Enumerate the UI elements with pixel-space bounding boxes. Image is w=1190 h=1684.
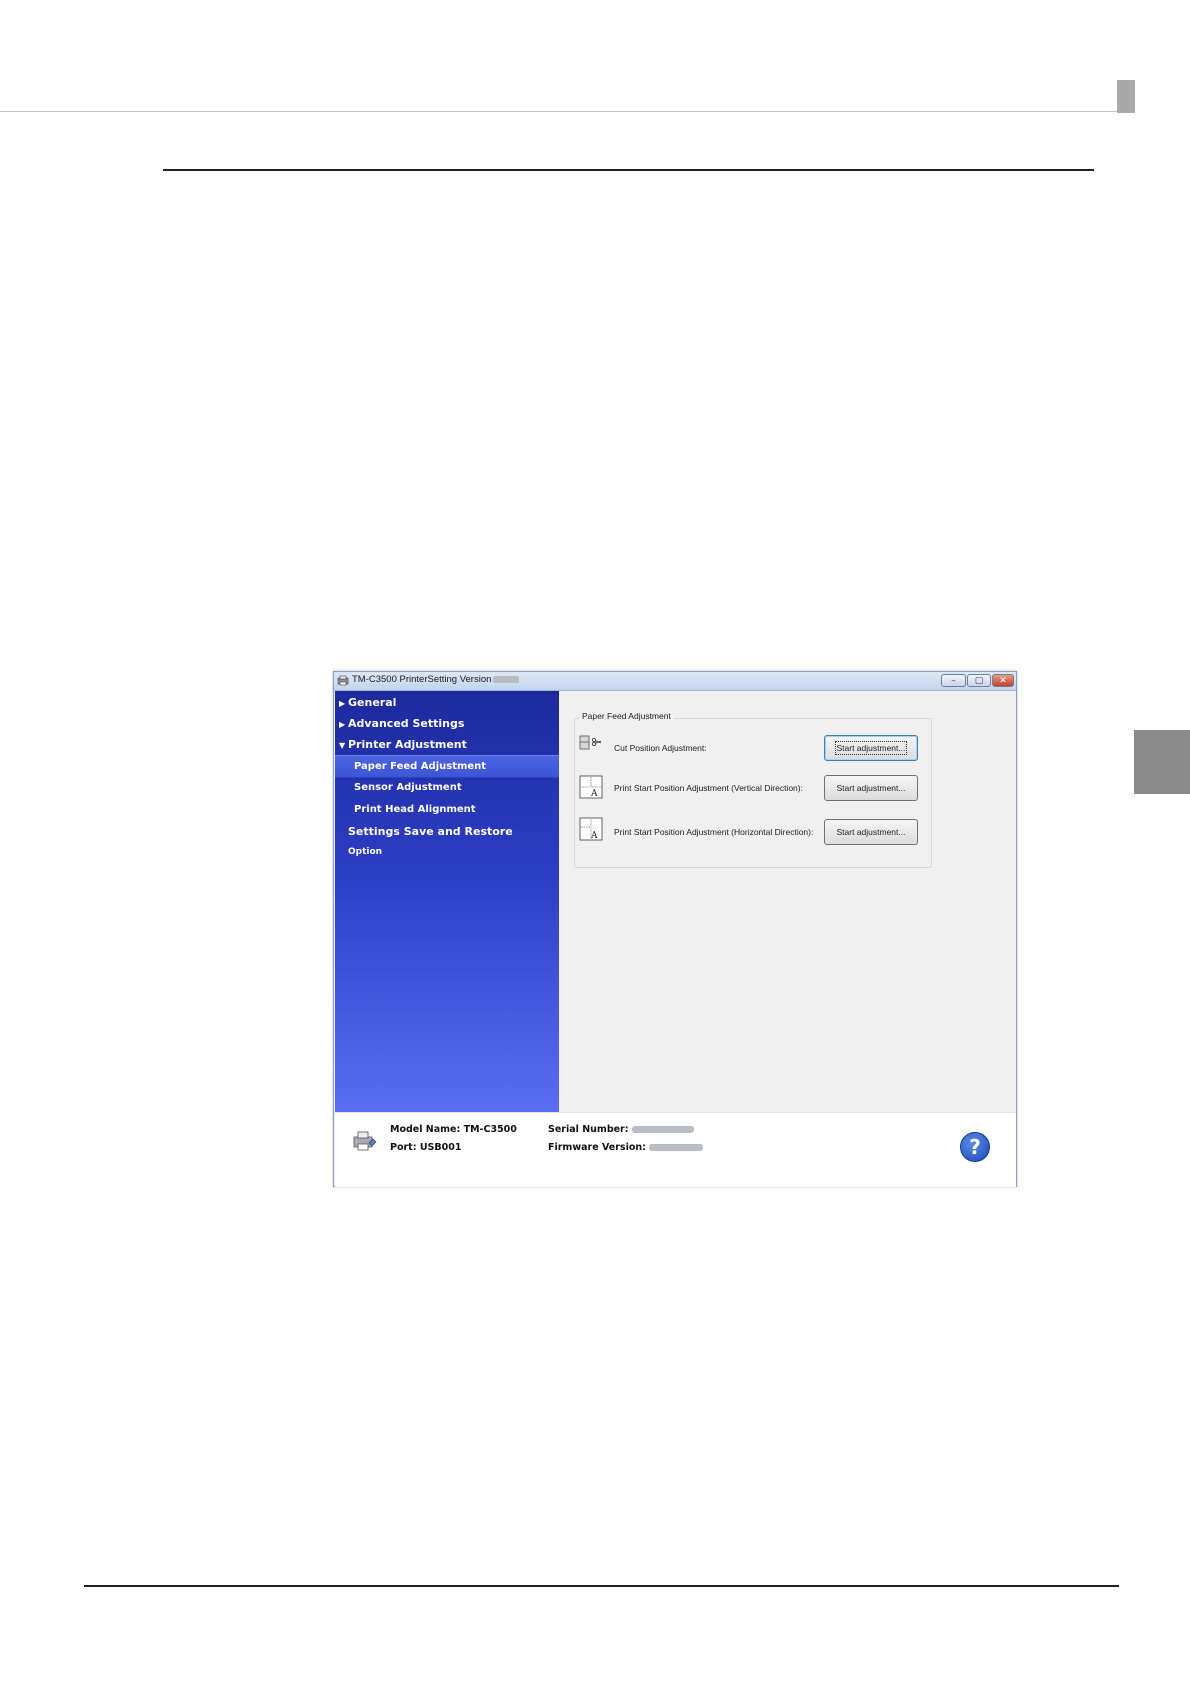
printer-setting-window: TM-C3500 PrinterSetting Version – ▢ ✕ ▶ G… <box>333 671 1017 1187</box>
button-label: Start adjustment... <box>836 783 906 793</box>
content-panel: Paper Feed Adjustment Cut Position Adjus… <box>559 691 1016 1112</box>
serial-number-redacted <box>631 1126 694 1133</box>
sidebar-item-sensor-adjustment[interactable]: Sensor Adjustment <box>335 777 559 798</box>
maximize-icon[interactable]: ▢ <box>967 674 991 687</box>
chapter-tab <box>1134 730 1190 794</box>
button-label: Start adjustment... <box>836 827 906 837</box>
section-rule <box>163 169 1094 171</box>
window-title: TM-C3500 PrinterSetting Version <box>352 674 520 685</box>
sidebar-item-settings-save-restore[interactable]: Settings Save and Restore <box>335 821 559 842</box>
start-vertical-position-button[interactable]: Start adjustment... <box>824 775 918 801</box>
vertical-position-icon: A <box>579 775 603 799</box>
sidebar-nav: ▶ General ▶ Advanced Settings ▼ Printer Adj… <box>335 691 559 1112</box>
version-redacted <box>493 675 520 683</box>
page-footer-rule <box>84 1585 1119 1587</box>
svg-text:A: A <box>590 831 598 841</box>
sidebar-item-paper-feed-adjustment[interactable]: Paper Feed Adjustment <box>335 755 559 778</box>
sidebar-item-label: Settings Save and Restore <box>348 825 513 838</box>
expand-arrow-icon: ▶ <box>339 720 346 729</box>
expand-arrow-icon: ▶ <box>339 699 346 708</box>
horizontal-position-label: Print Start Position Adjustment (Horizon… <box>614 827 814 837</box>
minimize-icon[interactable]: – <box>941 674 966 687</box>
sidebar-item-printer-adjustment[interactable]: ▼ Printer Adjustment <box>335 734 559 755</box>
printer-icon <box>353 1131 377 1151</box>
cut-position-icon <box>579 735 602 750</box>
page-header-rule <box>0 111 1133 112</box>
port: Port: USB001 <box>390 1142 462 1153</box>
firmware-version-redacted <box>648 1144 703 1151</box>
sidebar-item-advanced-settings[interactable]: ▶ Advanced Settings <box>335 713 559 734</box>
sidebar-item-label: Paper Feed Adjustment <box>354 761 487 772</box>
firmware-version: Firmware Version: <box>548 1142 703 1153</box>
help-icon[interactable]: ? <box>960 1132 990 1162</box>
button-label: Start adjustment... <box>834 741 908 755</box>
status-bar: Model Name: TM-C3500 Port: USB001 Serial… <box>335 1112 1016 1187</box>
sidebar-item-label: Printer Adjustment <box>348 738 467 751</box>
title-bar[interactable]: TM-C3500 PrinterSetting Version – ▢ ✕ <box>334 672 1016 691</box>
sidebar-item-label: Advanced Settings <box>348 717 465 730</box>
collapse-arrow-icon: ▼ <box>339 741 346 750</box>
cut-position-label: Cut Position Adjustment: <box>614 743 707 753</box>
sidebar-item-label: Print Head Alignment <box>354 804 476 815</box>
vertical-position-label: Print Start Position Adjustment (Vertica… <box>614 783 803 793</box>
sidebar-item-general[interactable]: ▶ General <box>335 692 559 713</box>
close-icon[interactable]: ✕ <box>992 674 1014 687</box>
sidebar-item-label: Option <box>348 847 383 857</box>
app-icon <box>337 675 349 686</box>
group-title: Paper Feed Adjustment <box>579 711 674 721</box>
svg-text:A: A <box>590 789 598 799</box>
horizontal-position-icon: A <box>579 817 603 841</box>
start-cut-position-button[interactable]: Start adjustment... <box>824 735 918 761</box>
sidebar-item-option[interactable]: Option <box>335 842 559 863</box>
sidebar-item-print-head-alignment[interactable]: Print Head Alignment <box>335 799 559 820</box>
model-name: Model Name: TM-C3500 <box>390 1124 517 1135</box>
serial-number: Serial Number: <box>548 1124 694 1135</box>
sidebar-item-label: Sensor Adjustment <box>354 782 462 793</box>
page-corner-tab <box>1117 80 1135 113</box>
sidebar-item-label: General <box>348 696 397 709</box>
start-horizontal-position-button[interactable]: Start adjustment... <box>824 819 918 845</box>
